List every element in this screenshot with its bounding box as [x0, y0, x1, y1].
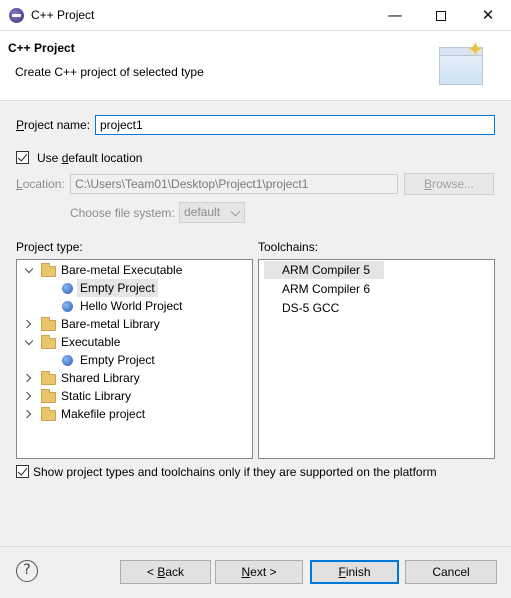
title-bar: C++ Project — ✕: [0, 0, 511, 31]
location-input[interactable]: C:\Users\Team01\Desktop\Project1\project…: [70, 174, 398, 194]
maximize-button[interactable]: [418, 0, 464, 31]
tree-item-static-library[interactable]: Static Library: [17, 387, 252, 405]
close-button[interactable]: ✕: [465, 0, 511, 31]
project-type-icon: [62, 355, 73, 366]
help-icon[interactable]: ?: [16, 560, 38, 582]
tree-item-label: Empty Project: [77, 279, 158, 297]
chevron-down-icon[interactable]: [24, 336, 34, 346]
toolchain-item-arm-compiler-6[interactable]: ARM Compiler 6: [264, 280, 370, 298]
project-name-input[interactable]: project1: [95, 115, 495, 135]
tree-item-bare-metal-executable[interactable]: Bare-metal Executable: [17, 261, 252, 279]
window-title: C++ Project: [31, 8, 95, 22]
file-system-select[interactable]: default: [179, 202, 245, 223]
folder-icon: [41, 317, 56, 331]
toolchains-label: Toolchains:: [258, 240, 319, 254]
project-type-label: Project type:: [16, 240, 83, 254]
minimize-button[interactable]: —: [372, 0, 418, 31]
footer-divider: [0, 546, 511, 547]
toolchain-item-arm-compiler-5[interactable]: ARM Compiler 5: [264, 261, 384, 279]
chevron-down-icon: [230, 206, 241, 217]
cancel-button[interactable]: Cancel: [405, 560, 497, 584]
tree-item-shared-library[interactable]: Shared Library: [17, 369, 252, 387]
next-button[interactable]: Next >: [215, 560, 303, 584]
folder-icon: [41, 263, 56, 277]
file-system-label: Choose file system:: [70, 206, 175, 220]
tree-item-empty-project[interactable]: Empty Project: [17, 279, 252, 297]
chevron-right-icon[interactable]: [22, 409, 32, 419]
banner-title: C++ Project: [8, 41, 75, 55]
banner-subtitle: Create C++ project of selected type: [15, 65, 204, 79]
project-type-icon: [62, 283, 73, 294]
file-system-value: default: [184, 205, 221, 219]
folder-icon: [41, 407, 56, 421]
folder-icon: [41, 389, 56, 403]
toolchains-list[interactable]: ARM Compiler 5 ARM Compiler 6 DS-5 GCC: [258, 259, 495, 459]
new-project-wizard-icon: ✦: [437, 37, 487, 89]
tree-item-executable[interactable]: Executable: [17, 333, 252, 351]
project-name-label: Project name:: [16, 118, 91, 132]
tree-item-empty-project[interactable]: Empty Project: [17, 351, 252, 369]
back-button[interactable]: < Back: [120, 560, 211, 584]
project-type-icon: [62, 301, 73, 312]
tree-item-label: Makefile project: [61, 407, 146, 421]
chevron-right-icon[interactable]: [22, 319, 32, 329]
tree-item-label: Static Library: [61, 389, 132, 403]
tree-item-label: Shared Library: [61, 371, 140, 385]
chevron-right-icon[interactable]: [22, 373, 32, 383]
use-default-location-label: Use default location: [37, 151, 143, 165]
tree-item-label: Hello World Project: [80, 299, 183, 313]
chevron-right-icon[interactable]: [22, 391, 32, 401]
sparkle-icon: ✦: [467, 37, 484, 61]
use-default-location-checkbox[interactable]: [16, 151, 29, 164]
tree-item-label: Bare-metal Library: [61, 317, 160, 331]
show-supported-only-checkbox[interactable]: [16, 465, 29, 478]
tree-item-bare-metal-library[interactable]: Bare-metal Library: [17, 315, 252, 333]
wizard-banner: C++ Project Create C++ project of select…: [0, 31, 511, 101]
chevron-down-icon[interactable]: [24, 264, 34, 274]
folder-icon: [41, 371, 56, 385]
folder-icon: [41, 335, 56, 349]
tree-item-label: Empty Project: [80, 353, 155, 367]
browse-button[interactable]: Browse...: [404, 173, 494, 195]
toolchain-item-ds5-gcc[interactable]: DS-5 GCC: [264, 299, 339, 317]
finish-button[interactable]: Finish: [310, 560, 399, 584]
maximize-icon: [436, 10, 446, 21]
tree-item-hello-world-project[interactable]: Hello World Project: [17, 297, 252, 315]
tree-item-label: Bare-metal Executable: [61, 263, 183, 277]
eclipse-app-icon: [9, 8, 24, 23]
show-supported-only-label: Show project types and toolchains only i…: [33, 465, 437, 479]
tree-item-makefile-project[interactable]: Makefile project: [17, 405, 252, 423]
tree-item-label: Executable: [61, 335, 121, 349]
project-type-tree[interactable]: Bare-metal Executable Empty Project Hell…: [16, 259, 253, 459]
location-label: Location:: [16, 177, 65, 191]
